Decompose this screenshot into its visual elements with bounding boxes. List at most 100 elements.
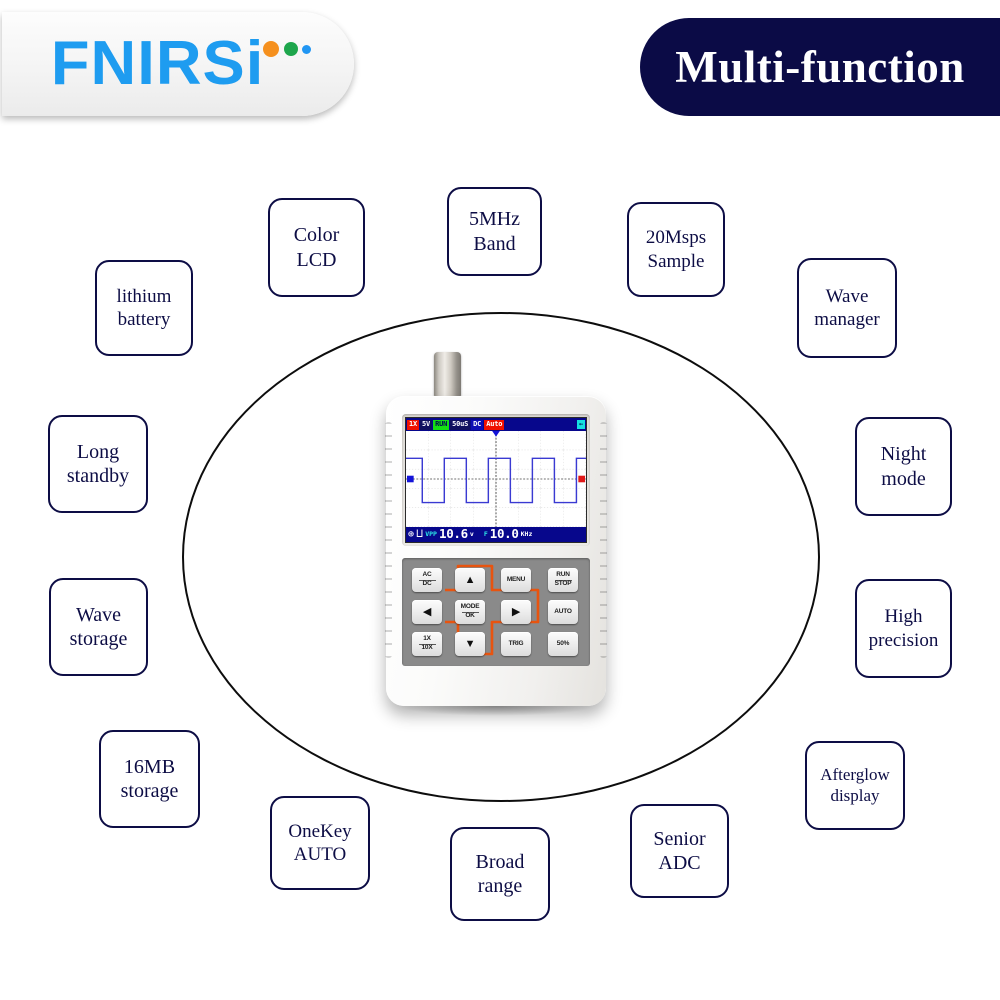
trig-key-label-1: TRIG: [508, 639, 524, 647]
feature-box-afterglow-display[interactable]: Afterglow display: [805, 741, 905, 830]
feature-line-2: ADC: [658, 852, 701, 874]
brand-logo-text: FNIRSi: [50, 29, 265, 98]
probe-key-label-2: 10X: [418, 643, 436, 652]
green-dot-icon: [284, 42, 299, 56]
feature-line-1: Night: [880, 443, 927, 466]
logo-dot-cluster: [263, 33, 312, 95]
logo-wrap: FNIRSi: [50, 29, 312, 98]
mode-ok-key-label-1: MODE: [460, 603, 480, 611]
feature-box-label: Senior ADC: [653, 827, 705, 876]
screen-bezel: 1X 5V RUN 50uS DC Auto ← ⊕ ⨿ VPP 10.6 v …: [402, 414, 590, 546]
feature-box-label: Afterglow display: [820, 765, 890, 806]
left-key-glyph-icon: ◀: [422, 605, 432, 618]
feature-line-2: storage: [69, 628, 128, 650]
feature-box-label: Color LCD: [294, 223, 340, 272]
fifty-pct-key[interactable]: 50%: [548, 632, 578, 656]
feature-line-1: 5MHz: [468, 208, 521, 231]
feature-line-2: battery: [117, 309, 171, 330]
vpp-unit: v: [469, 530, 474, 539]
title-banner: Multi-function: [640, 18, 1000, 116]
up-key[interactable]: ▲: [455, 568, 485, 592]
feature-line-1: Wave: [825, 285, 869, 307]
bnc-connector-icon: [434, 352, 461, 397]
vpp-value: 10.6: [438, 526, 468, 542]
feature-line-2: mode: [881, 467, 926, 490]
right-key-glyph-icon: ▶: [511, 605, 521, 618]
feature-box-16mb-storage[interactable]: 16MB storage: [99, 730, 200, 828]
feature-box-wave-storage[interactable]: Wave storage: [49, 578, 148, 676]
freq-unit: KHz: [520, 530, 533, 539]
waveform-icon: ⨿: [416, 528, 424, 540]
status-back-arrow-icon: ←: [576, 420, 585, 429]
feature-box-night-mode[interactable]: Night mode: [855, 417, 952, 516]
feature-line-1: Wave: [75, 603, 121, 626]
waveform-plot: [406, 431, 586, 527]
brand-logo-plate: FNIRSi: [2, 12, 354, 116]
up-key-glyph-icon: ▲: [464, 573, 476, 586]
status-volts-div: 5V: [420, 419, 433, 430]
feature-box-label: lithium battery: [117, 285, 172, 331]
feature-box-senior-adc[interactable]: Senior ADC: [630, 804, 729, 898]
fifty-pct-key-label-1: 50%: [556, 639, 570, 647]
feature-box-broad-range[interactable]: Broad range: [450, 827, 550, 921]
feature-line-2: LCD: [296, 248, 337, 271]
feature-line-1: 16MB: [123, 755, 176, 778]
feature-box-label: Wave manager: [814, 285, 879, 331]
feature-box-label: 5MHz Band: [469, 207, 520, 256]
infographic-page: FNIRSi Multi-function lithium battery Colo…: [0, 0, 1000, 1000]
menu-key[interactable]: MENU: [501, 568, 531, 592]
feature-box-high-precision[interactable]: High precision: [855, 579, 952, 678]
probe-key-label-1: 1X: [423, 635, 431, 643]
freq-label: F: [483, 530, 488, 539]
feature-box-label: 20Msps Sample: [646, 226, 706, 272]
trig-key[interactable]: TRIG: [501, 632, 531, 656]
feature-box-long-standby[interactable]: Long standby: [48, 415, 148, 513]
left-key[interactable]: ◀: [412, 600, 442, 624]
feature-box-label: Wave storage: [70, 603, 128, 652]
feature-line-1: 20Msps: [645, 227, 707, 249]
feature-line-1: lithium: [116, 285, 172, 307]
feature-box-color-lcd[interactable]: Color LCD: [268, 198, 365, 297]
feature-box-label: Broad range: [476, 850, 525, 899]
down-key-glyph-icon: ▼: [464, 637, 476, 650]
mode-ok-key[interactable]: MODE OK: [455, 600, 485, 624]
feature-box-20msps-sample[interactable]: 20Msps Sample: [627, 202, 725, 297]
feature-line-1: High: [884, 606, 923, 628]
ac-dc-key-label-2: DC: [418, 579, 436, 588]
lcd-screen: 1X 5V RUN 50uS DC Auto ← ⊕ ⨿ VPP 10.6 v …: [405, 417, 587, 543]
ac-dc-key[interactable]: AC DC: [412, 568, 442, 592]
right-key[interactable]: ▶: [501, 600, 531, 624]
measurement-bar: ⊕ ⨿ VPP 10.6 v F 10.0 KHz: [406, 527, 586, 542]
feature-box-lithium-battery[interactable]: lithium battery: [95, 260, 193, 356]
status-bar: 1X 5V RUN 50uS DC Auto ←: [406, 418, 586, 431]
device-body: 1X 5V RUN 50uS DC Auto ← ⊕ ⨿ VPP 10.6 v …: [385, 396, 607, 706]
feature-line-1: Color: [293, 224, 340, 247]
feature-box-onekey-auto[interactable]: OneKey AUTO: [270, 796, 370, 890]
status-trigger-mode: Auto: [484, 419, 505, 430]
feature-box-label: Long standby: [67, 440, 129, 489]
feature-box-wave-manager[interactable]: Wave manager: [797, 258, 897, 358]
feature-box-label: 16MB storage: [121, 755, 179, 804]
run-stop-key-label-2: STOP: [554, 579, 572, 587]
menu-key-label-1: MENU: [506, 575, 526, 583]
oscilloscope-device: 1X 5V RUN 50uS DC Auto ← ⊕ ⨿ VPP 10.6 v …: [372, 352, 622, 724]
auto-key[interactable]: AUTO: [548, 600, 578, 624]
down-key[interactable]: ▼: [455, 632, 485, 656]
feature-box-label: High precision: [869, 605, 939, 651]
feature-line-2: range: [477, 875, 523, 897]
feature-box-label: OneKey AUTO: [288, 820, 351, 866]
feature-line-2: precision: [868, 629, 939, 651]
feature-box-5mhz-band[interactable]: 5MHz Band: [447, 187, 542, 276]
feature-line-1: Broad: [475, 850, 525, 873]
status-run-state: RUN: [433, 419, 450, 430]
status-coupling: DC: [471, 419, 484, 430]
feature-line-1: Afterglow: [820, 764, 890, 784]
probe-key[interactable]: 1X 10X: [412, 632, 442, 656]
feature-line-2: Band: [473, 232, 516, 255]
feature-line-1: OneKey: [288, 820, 352, 842]
run-stop-key-label-1: RUN: [556, 571, 570, 579]
ac-dc-key-label-1: AC: [422, 571, 432, 579]
run-stop-key[interactable]: RUN STOP: [548, 568, 578, 592]
grip-ridges-right: [600, 422, 607, 658]
status-probe-ratio: 1X: [407, 419, 420, 430]
